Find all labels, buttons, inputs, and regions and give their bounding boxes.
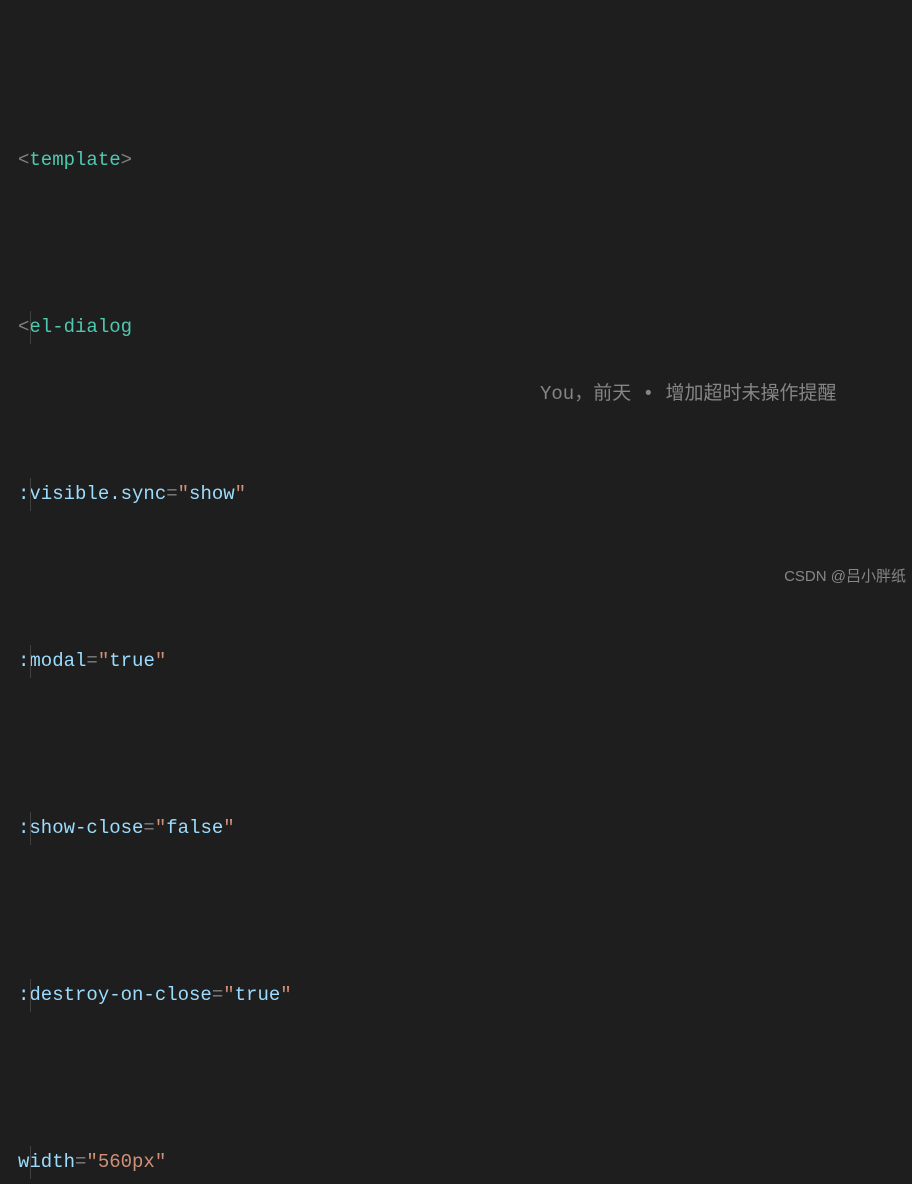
blame-message: 增加超时未操作提醒 [665, 383, 836, 405]
blame-time: 前天 [593, 383, 631, 405]
git-blame-annotation[interactable]: You，前天 • 增加超时未操作提醒 [540, 378, 836, 405]
code-line[interactable]: :visible.sync="show" [0, 478, 912, 511]
attr-destroy-on-close: :destroy-on-close [18, 979, 212, 1012]
attr-width: width [18, 1146, 75, 1179]
blame-author: You [540, 383, 574, 405]
code-line[interactable]: <el-dialog [0, 311, 912, 344]
watermark: CSDN @吕小胖纸 [784, 565, 906, 586]
attr-show-close: :show-close [18, 812, 143, 845]
attr-modal: :modal [18, 645, 86, 678]
tag-template: template [29, 144, 120, 177]
tag-el-dialog: el-dialog [29, 311, 132, 344]
code-line[interactable]: width="560px" [0, 1146, 912, 1179]
attr-visible-sync: :visible.sync [18, 478, 166, 511]
code-line[interactable]: :show-close="false" [0, 812, 912, 845]
code-line[interactable]: :destroy-on-close="true" [0, 979, 912, 1012]
code-line[interactable]: <template> [0, 144, 912, 177]
code-editor[interactable]: <template> <el-dialog :visible.sync="sho… [0, 0, 912, 1184]
code-line[interactable]: :modal="true" [0, 645, 912, 678]
